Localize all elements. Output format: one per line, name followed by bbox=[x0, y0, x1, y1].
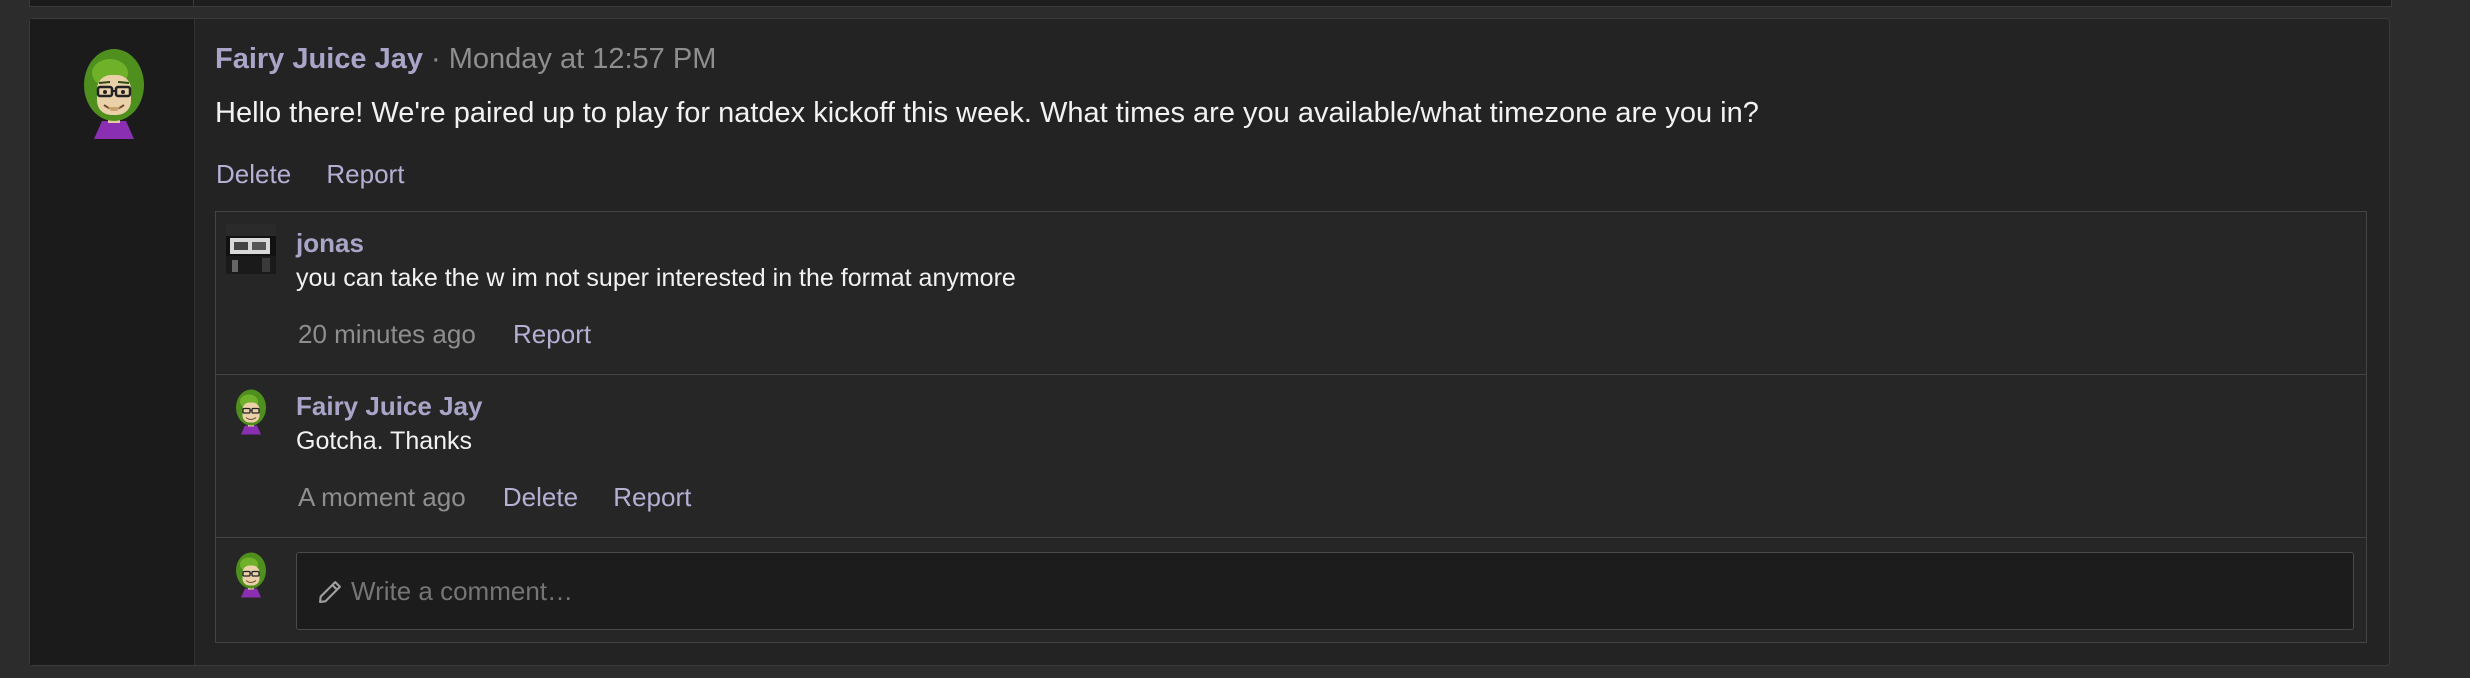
comment-thread: jonas you can take the w im not super in… bbox=[215, 211, 2367, 643]
photo-avatar-icon[interactable] bbox=[226, 224, 276, 274]
delete-post-link[interactable]: Delete bbox=[216, 159, 291, 189]
post-text: Hello there! We're paired up to play for… bbox=[215, 97, 1759, 129]
previous-message-bottom-edge bbox=[29, 0, 2392, 7]
comment-time[interactable]: 20 minutes ago bbox=[298, 319, 476, 349]
post-separator: · bbox=[422, 43, 449, 75]
comment-item: Fairy Juice Jay Gotcha. Thanks A moment … bbox=[216, 375, 2366, 538]
delete-comment-link[interactable]: Delete bbox=[503, 482, 578, 512]
pencil-icon bbox=[319, 581, 341, 603]
post-actions: Delete Report bbox=[216, 159, 432, 190]
comment-time[interactable]: A moment ago bbox=[298, 482, 466, 512]
report-comment-link[interactable]: Report bbox=[613, 482, 691, 512]
avatar-gutter bbox=[30, 19, 195, 665]
post-header: Fairy Juice Jay · Monday at 12:57 PM bbox=[215, 43, 716, 76]
report-comment-link[interactable]: Report bbox=[513, 319, 591, 349]
profile-post: Fairy Juice Jay · Monday at 12:57 PM Hel… bbox=[29, 18, 2390, 666]
report-post-link[interactable]: Report bbox=[326, 159, 404, 189]
avatar[interactable] bbox=[234, 389, 268, 435]
comment-item: jonas you can take the w im not super in… bbox=[216, 212, 2366, 375]
post-author[interactable]: Fairy Juice Jay bbox=[215, 43, 423, 75]
avatar[interactable] bbox=[80, 49, 148, 139]
comment-author[interactable]: Fairy Juice Jay bbox=[296, 391, 482, 422]
avatar bbox=[236, 552, 266, 598]
post-timestamp[interactable]: Monday at 12:57 PM bbox=[449, 43, 717, 75]
comment-actions: A moment ago Delete Report bbox=[298, 482, 719, 513]
comment-author[interactable]: jonas bbox=[296, 228, 364, 259]
reply-row bbox=[216, 538, 2366, 642]
previous-message-gutter bbox=[30, 0, 194, 6]
comment-actions: 20 minutes ago Report bbox=[298, 319, 619, 350]
comment-text: Gotcha. Thanks bbox=[296, 427, 473, 455]
write-comment-input[interactable] bbox=[296, 552, 2354, 630]
comment-text: you can take the w im not super interest… bbox=[296, 264, 1016, 292]
